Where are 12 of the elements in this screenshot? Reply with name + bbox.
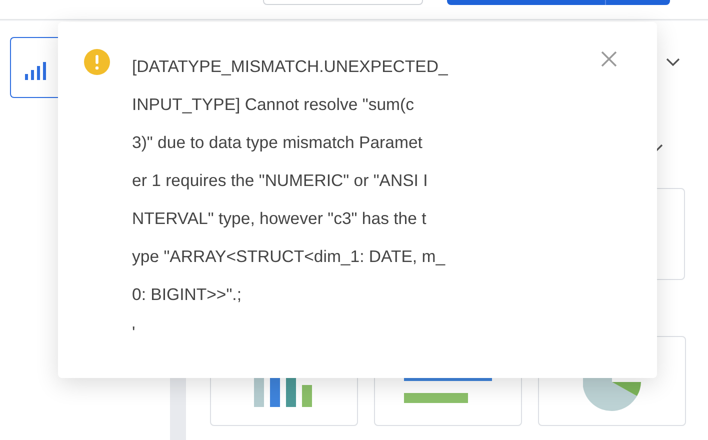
message-line: ' — [132, 322, 136, 344]
message-line: 0: BIGINT>>".; — [132, 284, 242, 306]
message-line: [DATATYPE_MISMATCH.UNEXPECTED_ — [132, 56, 449, 78]
message-line: INPUT_TYPE] Cannot resolve "sum(c — [132, 94, 416, 116]
message-line: ype "ARRAY<STRUCT<dim_1: DATE, m_ — [132, 246, 446, 268]
message-line: er 1 requires the "NUMERIC" or "ANSI I — [132, 170, 429, 192]
chevron-down-icon — [665, 57, 681, 67]
message-line: 3)" due to data type mismatch Paramet — [132, 132, 424, 154]
bar-chart-icon — [25, 62, 49, 80]
close-icon[interactable] — [600, 50, 618, 68]
warning-icon — [84, 49, 110, 75]
message-line: NTERVAL" type, however "c3" has the t — [132, 208, 428, 230]
